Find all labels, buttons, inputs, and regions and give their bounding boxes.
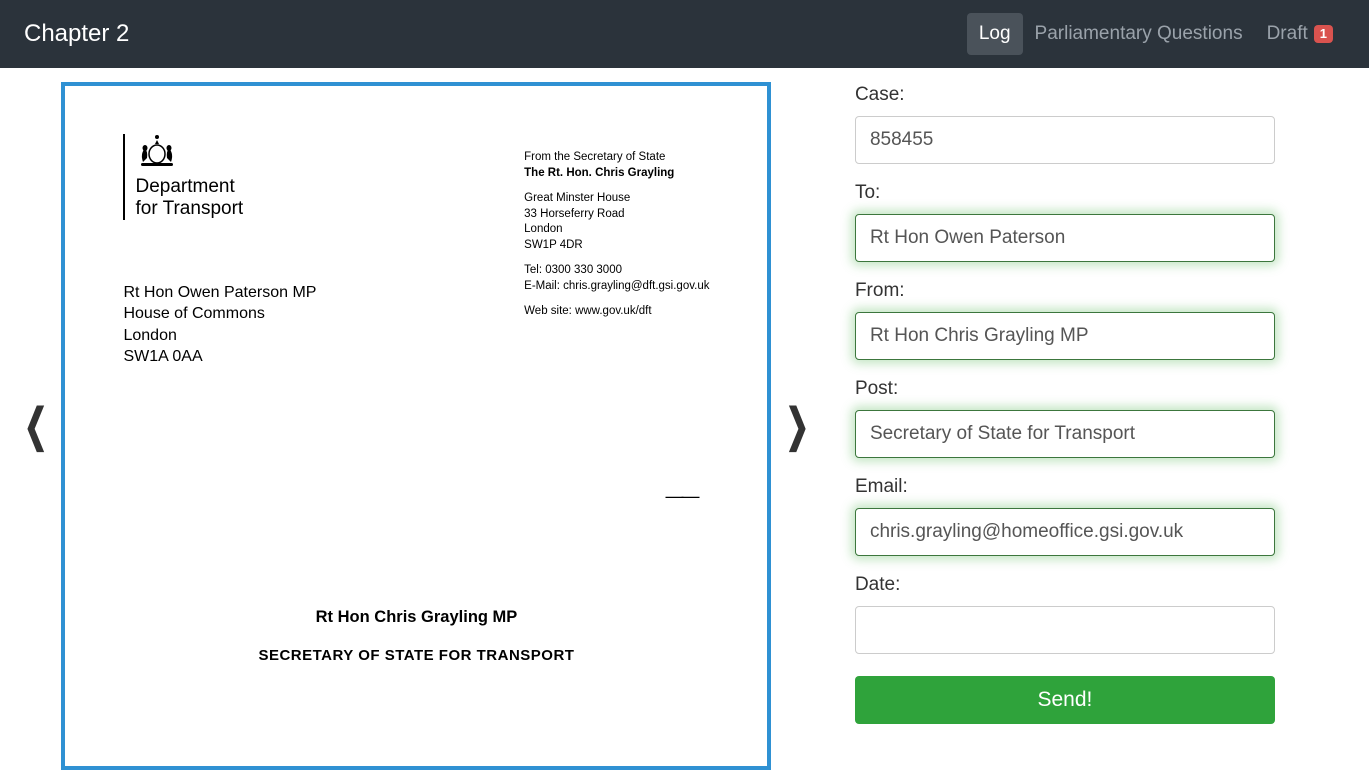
sender-block: From the Secretary of State The Rt. Hon.…: [524, 150, 709, 320]
post-input[interactable]: [855, 410, 1275, 458]
next-page-button[interactable]: ❯: [779, 399, 814, 453]
sender-name: The Rt. Hon. Chris Grayling: [524, 166, 709, 182]
form-group-from: From:: [855, 280, 1275, 360]
date-label: Date:: [855, 574, 1275, 596]
department-divider: [123, 134, 125, 220]
nav-item-label: Parliamentary Questions: [1035, 23, 1243, 45]
form-group-date: Date:: [855, 574, 1275, 654]
form-group-to: To:: [855, 182, 1275, 262]
nav-item-label: Log: [979, 23, 1011, 45]
document-pane: ❮: [18, 82, 815, 770]
department-name: Department for Transport: [135, 176, 243, 220]
form-group-case: Case:: [855, 84, 1275, 164]
sender-website: Web site: www.gov.uk/dft: [524, 304, 709, 320]
to-input[interactable]: [855, 214, 1275, 262]
navbar-nav: Log Parliamentary Questions Draft 1: [967, 13, 1345, 55]
nav-item-label: Draft: [1267, 23, 1308, 45]
post-label: Post:: [855, 378, 1275, 400]
navbar-brand[interactable]: Chapter 2: [24, 20, 129, 48]
sender-address-3: London: [524, 222, 709, 238]
from-label: From:: [855, 280, 1275, 302]
navbar: Chapter 2 Log Parliamentary Questions Dr…: [0, 0, 1369, 68]
date-input[interactable]: [855, 606, 1275, 654]
sender-address-4: SW1P 4DR: [524, 238, 709, 254]
case-label: Case:: [855, 84, 1275, 106]
signer-post: SECRETARY OF STATE FOR TRANSPORT: [123, 647, 709, 664]
form-group-email: Email:: [855, 476, 1275, 556]
nav-item-parliamentary-questions[interactable]: Parliamentary Questions: [1023, 13, 1255, 55]
signer-name: Rt Hon Chris Grayling MP: [123, 608, 709, 627]
sender-email: E-Mail: chris.grayling@dft.gsi.gov.uk: [524, 279, 709, 295]
main-content: ❮: [0, 68, 1369, 770]
email-input[interactable]: [855, 508, 1275, 556]
sender-address-2: 33 Horseferry Road: [524, 207, 709, 223]
recipient-postcode: SW1A 0AA: [123, 346, 709, 368]
form-pane: Case: To: From: Post: Email: Date: Send!: [855, 82, 1275, 724]
dash-mark: ——: [665, 486, 697, 507]
form-group-post: Post:: [855, 378, 1275, 458]
prev-page-button[interactable]: ❮: [18, 399, 53, 453]
nav-badge: 1: [1314, 25, 1333, 44]
send-button[interactable]: Send!: [855, 676, 1275, 724]
case-input[interactable]: [855, 116, 1275, 164]
sender-tel: Tel: 0300 330 3000: [524, 263, 709, 279]
email-label: Email:: [855, 476, 1275, 498]
sender-address-1: Great Minster House: [524, 191, 709, 207]
nav-item-log[interactable]: Log: [967, 13, 1023, 55]
sender-intro: From the Secretary of State: [524, 150, 709, 166]
from-input[interactable]: [855, 312, 1275, 360]
department-block: Department for Transport: [123, 134, 243, 220]
to-label: To:: [855, 182, 1275, 204]
crest-icon: [135, 134, 179, 170]
document-preview: Department for Transport From the Secret…: [61, 82, 771, 770]
nav-item-draft[interactable]: Draft 1: [1255, 13, 1345, 55]
recipient-address-2: London: [123, 325, 709, 347]
department-info: Department for Transport: [135, 134, 243, 220]
